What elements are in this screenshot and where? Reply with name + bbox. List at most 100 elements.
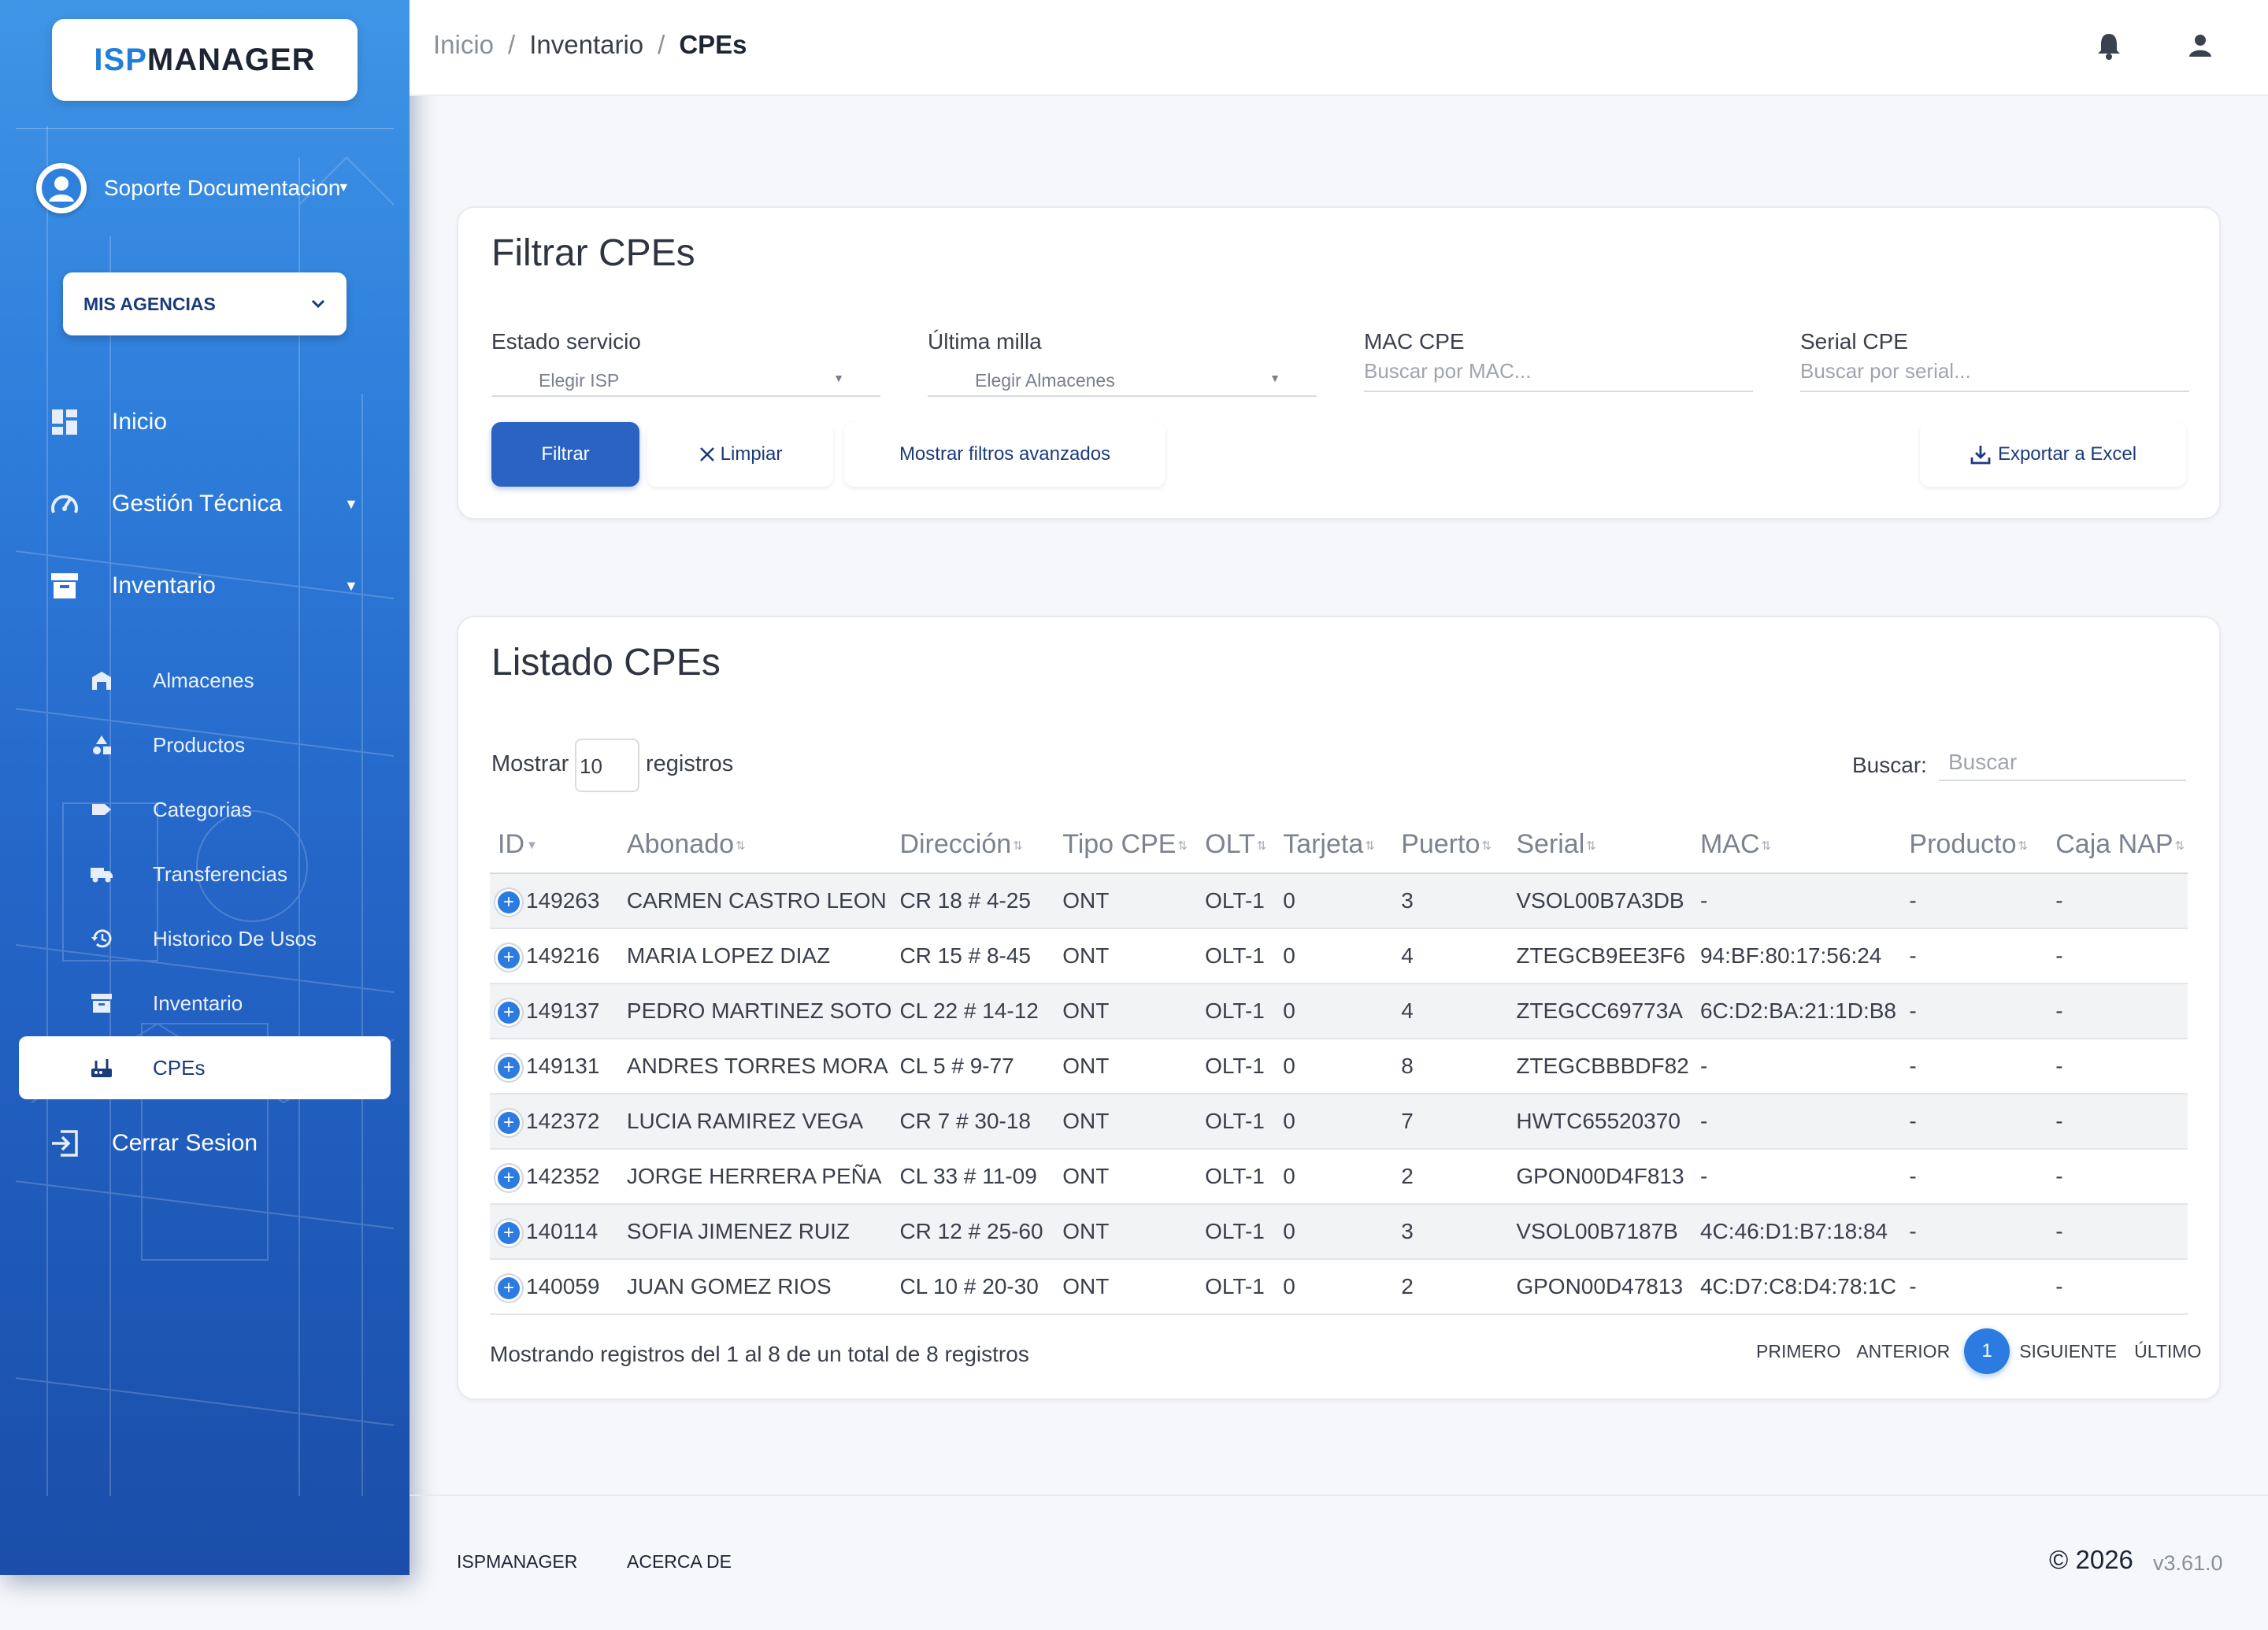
expand-row-icon[interactable]: + [498, 946, 520, 969]
serial-cpe-input[interactable]: Buscar por serial... [1800, 359, 2189, 392]
cell-value: 0 [1283, 1164, 1295, 1188]
cell-value: ZTEGCB9EE3F6 [1516, 943, 1686, 968]
cell-value: CL 33 # 11-09 [899, 1164, 1037, 1188]
table-cell: ZTEGCB9EE3F6 [1508, 928, 1692, 984]
expand-row-icon[interactable]: + [498, 1166, 520, 1189]
agency-selector[interactable]: MIS AGENCIAS [63, 272, 346, 335]
cell-value: CR 7 # 30-18 [899, 1109, 1031, 1133]
table-row[interactable]: +149263 CARMEN CASTRO LEON CR 18 # 4-25 ONT… [490, 873, 2188, 929]
footer-link-ispmanager[interactable]: ISPMANAGER [457, 1551, 577, 1573]
expand-row-icon[interactable]: + [498, 891, 520, 913]
sidebar-item-transferencias[interactable]: Transferencias [0, 860, 410, 888]
table-row[interactable]: +149216 MARIA LOPEZ DIAZ CR 15 # 8-45 ONT OL… [490, 928, 2188, 984]
pagination: PRIMERO ANTERIOR 1 SIGUIENTE ÚLTIMO [1756, 1328, 2201, 1375]
column-label: MAC [1699, 828, 1760, 859]
cell-value: - [1909, 1109, 1917, 1133]
nav-item-inicio[interactable]: Inicio [0, 405, 410, 439]
filter-button[interactable]: Filtrar [491, 422, 639, 487]
advanced-filters-button[interactable]: Mostrar filtros avanzados [844, 422, 1166, 487]
clear-button[interactable]: Limpiar [647, 422, 833, 487]
column-header-serial[interactable]: Serial ⇅ [1508, 816, 1692, 874]
footer-link-acerca-de[interactable]: ACERCA DE [627, 1551, 732, 1573]
expand-row-icon[interactable]: + [498, 1276, 520, 1299]
pager-current-page[interactable]: 1 [1964, 1328, 2010, 1374]
user-menu[interactable]: Soporte Documentacion ▼ [36, 162, 350, 214]
column-label: Producto [1909, 828, 2017, 859]
table-cell: VSOL00B7187B [1508, 1204, 1692, 1260]
table-cell: CR 18 # 4-25 [891, 873, 1055, 929]
bell-icon[interactable] [2092, 28, 2126, 63]
expand-row-icon[interactable]: + [498, 1056, 520, 1079]
cell-value: JORGE HERRERA PEÑA [626, 1164, 882, 1188]
sidebar-item-almacenes[interactable]: Almacenes [0, 666, 410, 695]
column-header-producto[interactable]: Producto ⇅ [1901, 816, 2048, 874]
column-header-mac[interactable]: MAC ⇅ [1692, 816, 1902, 874]
pager-last[interactable]: ÚLTIMO [2134, 1341, 2201, 1362]
table-cell: LUCIA RAMIREZ VEGA [618, 1094, 892, 1150]
user-profile-icon[interactable] [2183, 28, 2218, 63]
sidebar-divider [16, 128, 394, 129]
cell-value: ONT [1062, 998, 1110, 1023]
cell-value: GPON00D4F813 [1516, 1164, 1684, 1188]
table-cell: +140114 [490, 1204, 619, 1260]
mac-cpe-input[interactable]: Buscar por MAC... [1364, 359, 1753, 392]
pager-previous[interactable]: ANTERIOR [1856, 1341, 1950, 1362]
breadcrumb-separator: / [508, 30, 516, 59]
column-header-olt[interactable]: OLT ⇅ [1197, 816, 1276, 874]
expand-row-icon[interactable]: + [498, 1001, 520, 1024]
app-logo[interactable]: ISP MANAGER [52, 19, 358, 101]
sidebar-item-inventario[interactable]: Inventario [0, 989, 410, 1017]
cell-value: 0 [1283, 1219, 1295, 1243]
sidebar-item-cpes[interactable]: CPEs [19, 1036, 391, 1099]
breadcrumb-item-inventario[interactable]: Inventario [529, 30, 643, 60]
sidebar-item-categorias[interactable]: Categorias [0, 795, 410, 824]
table-cell: 4 [1393, 984, 1509, 1039]
pager-first[interactable]: PRIMERO [1756, 1341, 1840, 1362]
nav-item-logout[interactable]: Cerrar Sesion [0, 1126, 410, 1161]
table-cell: JUAN GOMEZ RIOS [618, 1259, 892, 1315]
cell-value: - [1909, 1219, 1917, 1243]
sidebar-item-productos[interactable]: Productos [0, 731, 410, 759]
table-row[interactable]: +140059 JUAN GOMEZ RIOS CL 10 # 20-30 ONT OL… [490, 1259, 2188, 1315]
breadcrumb-item-inicio[interactable]: Inicio [433, 30, 494, 60]
ultima-milla-select[interactable]: Elegir Almacenes ▼ [928, 364, 1317, 397]
sidebar-background-pattern [15, 126, 395, 1496]
nav-item-inventario[interactable]: Inventario ▼ [0, 569, 410, 603]
sidebar-label-historico: Historico De Usos [153, 926, 317, 950]
column-header-puerto[interactable]: Puerto ⇅ [1393, 816, 1509, 874]
search-input[interactable]: Buscar [1939, 743, 2186, 781]
cell-value: OLT-1 [1205, 943, 1265, 968]
search-placeholder: Buscar [1948, 750, 2018, 774]
cell-value: 149137 [526, 998, 600, 1023]
sort-icon: ⇅ [2174, 839, 2185, 853]
cell-value: 0 [1283, 998, 1295, 1023]
ultima-milla-label: Última milla [928, 329, 1042, 354]
expand-row-icon[interactable]: + [498, 1221, 520, 1244]
cell-value: VSOL00B7A3DB [1516, 888, 1684, 913]
table-cell: GPON00D47813 [1508, 1259, 1692, 1315]
column-header-tipo-cpe[interactable]: Tipo CPE ⇅ [1054, 816, 1198, 874]
nav-item-gestion-tecnica[interactable]: Gestión Técnica ▼ [0, 487, 410, 521]
sort-icon: ⇅ [736, 839, 746, 853]
column-header-abonado[interactable]: Abonado ⇅ [618, 816, 892, 874]
column-header-tarjeta[interactable]: Tarjeta ⇅ [1275, 816, 1394, 874]
cell-value: CARMEN CASTRO LEON [626, 888, 887, 913]
table-cell: 4C:D7:C8:D4:78:1C [1692, 1259, 1902, 1315]
pager-next[interactable]: SIGUIENTE [2019, 1341, 2117, 1362]
column-header-id[interactable]: ID ▼ [490, 816, 619, 874]
table-row[interactable]: +140114 SOFIA JIMENEZ RUIZ CR 12 # 25-60 ON… [490, 1204, 2188, 1260]
export-excel-button[interactable]: Exportar a Excel [1920, 422, 2186, 487]
download-icon [1970, 446, 1991, 465]
table-row[interactable]: +149137 PEDRO MARTINEZ SOTO CL 22 # 14-12 O… [490, 984, 2188, 1039]
estado-servicio-select[interactable]: Elegir ISP ▼ [491, 364, 880, 397]
expand-row-icon[interactable]: + [498, 1111, 520, 1134]
table-row[interactable]: +142372 LUCIA RAMIREZ VEGA CR 7 # 30-18 ONT… [490, 1094, 2188, 1150]
table-row[interactable]: +142352 JORGE HERRERA PEÑA CL 33 # 11-09 ON… [490, 1149, 2188, 1205]
column-header-caja-nap[interactable]: Caja NAP ⇅ [2048, 816, 2188, 874]
close-icon [699, 447, 714, 461]
table-row[interactable]: +149131 ANDRES TORRES MORA CL 5 # 9-77 ONT O… [490, 1039, 2188, 1095]
sidebar-item-historico[interactable]: Historico De Usos [0, 924, 410, 953]
column-header-direccion[interactable]: Dirección ⇅ [891, 816, 1055, 874]
cell-value: 2 [1401, 1274, 1414, 1298]
page-size-input[interactable]: 10 [575, 739, 639, 792]
